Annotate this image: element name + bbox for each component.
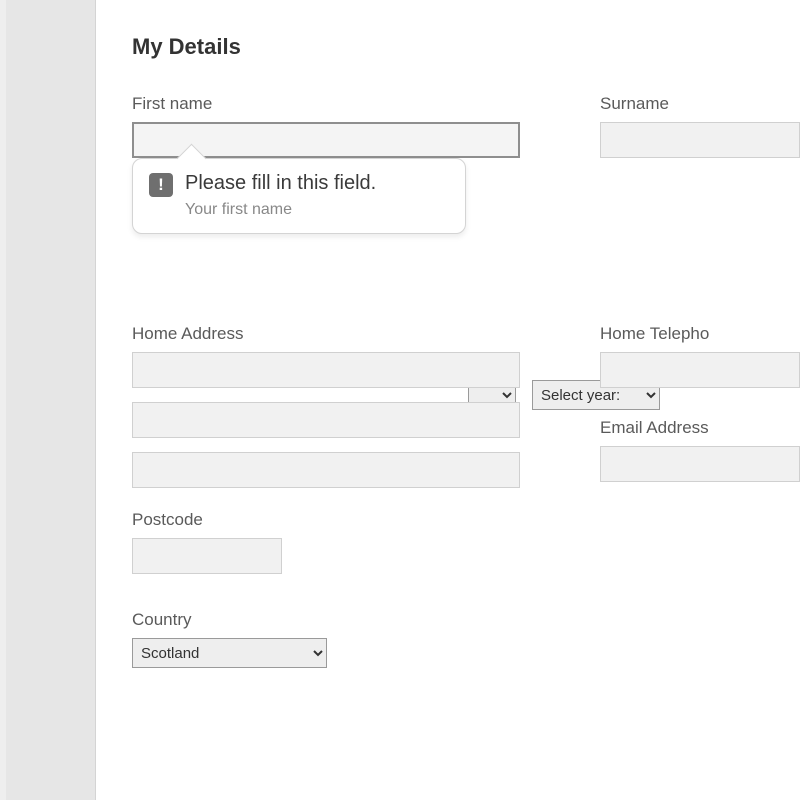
address-line3-input[interactable] (132, 452, 520, 488)
country-label: Country (132, 610, 520, 630)
address-row: Home Address Postcode Country Scotland (132, 324, 800, 690)
surname-col: Surname (600, 94, 800, 180)
postcode-input[interactable] (132, 538, 282, 574)
tooltip-title: Please fill in this field. (185, 171, 376, 196)
address-line2-input[interactable] (132, 402, 520, 438)
contact-col: Home Telepho Email Address (600, 324, 800, 690)
home-telephone-group: Home Telepho (600, 324, 800, 388)
page-title: My Details (132, 34, 800, 60)
surname-input[interactable] (600, 122, 800, 158)
email-label: Email Address (600, 418, 800, 438)
country-group: Country Scotland (132, 610, 520, 668)
tooltip-row: ! Please fill in this field. (149, 171, 449, 197)
postcode-group: Postcode (132, 510, 520, 574)
home-telephone-label: Home Telepho (600, 324, 800, 344)
address-stack (132, 352, 520, 488)
email-input[interactable] (600, 446, 800, 482)
tooltip-subtitle: Your first name (185, 201, 449, 219)
first-name-label: First name (132, 94, 520, 114)
validation-tooltip: ! Please fill in this field. Your first … (132, 158, 466, 234)
home-telephone-input[interactable] (600, 352, 800, 388)
warning-icon: ! (149, 173, 173, 197)
sidebar-area (6, 0, 96, 800)
postcode-label: Postcode (132, 510, 520, 530)
address-col: Home Address Postcode Country Scotland (132, 324, 520, 690)
home-address-label: Home Address (132, 324, 520, 344)
home-address-group: Home Address (132, 324, 520, 488)
email-group: Email Address (600, 418, 800, 482)
address-line1-input[interactable] (132, 352, 520, 388)
surname-group: Surname (600, 94, 800, 158)
country-select[interactable]: Scotland (132, 638, 327, 668)
form-content: My Details First name Surname Select yea… (96, 0, 800, 800)
surname-label: Surname (600, 94, 800, 114)
